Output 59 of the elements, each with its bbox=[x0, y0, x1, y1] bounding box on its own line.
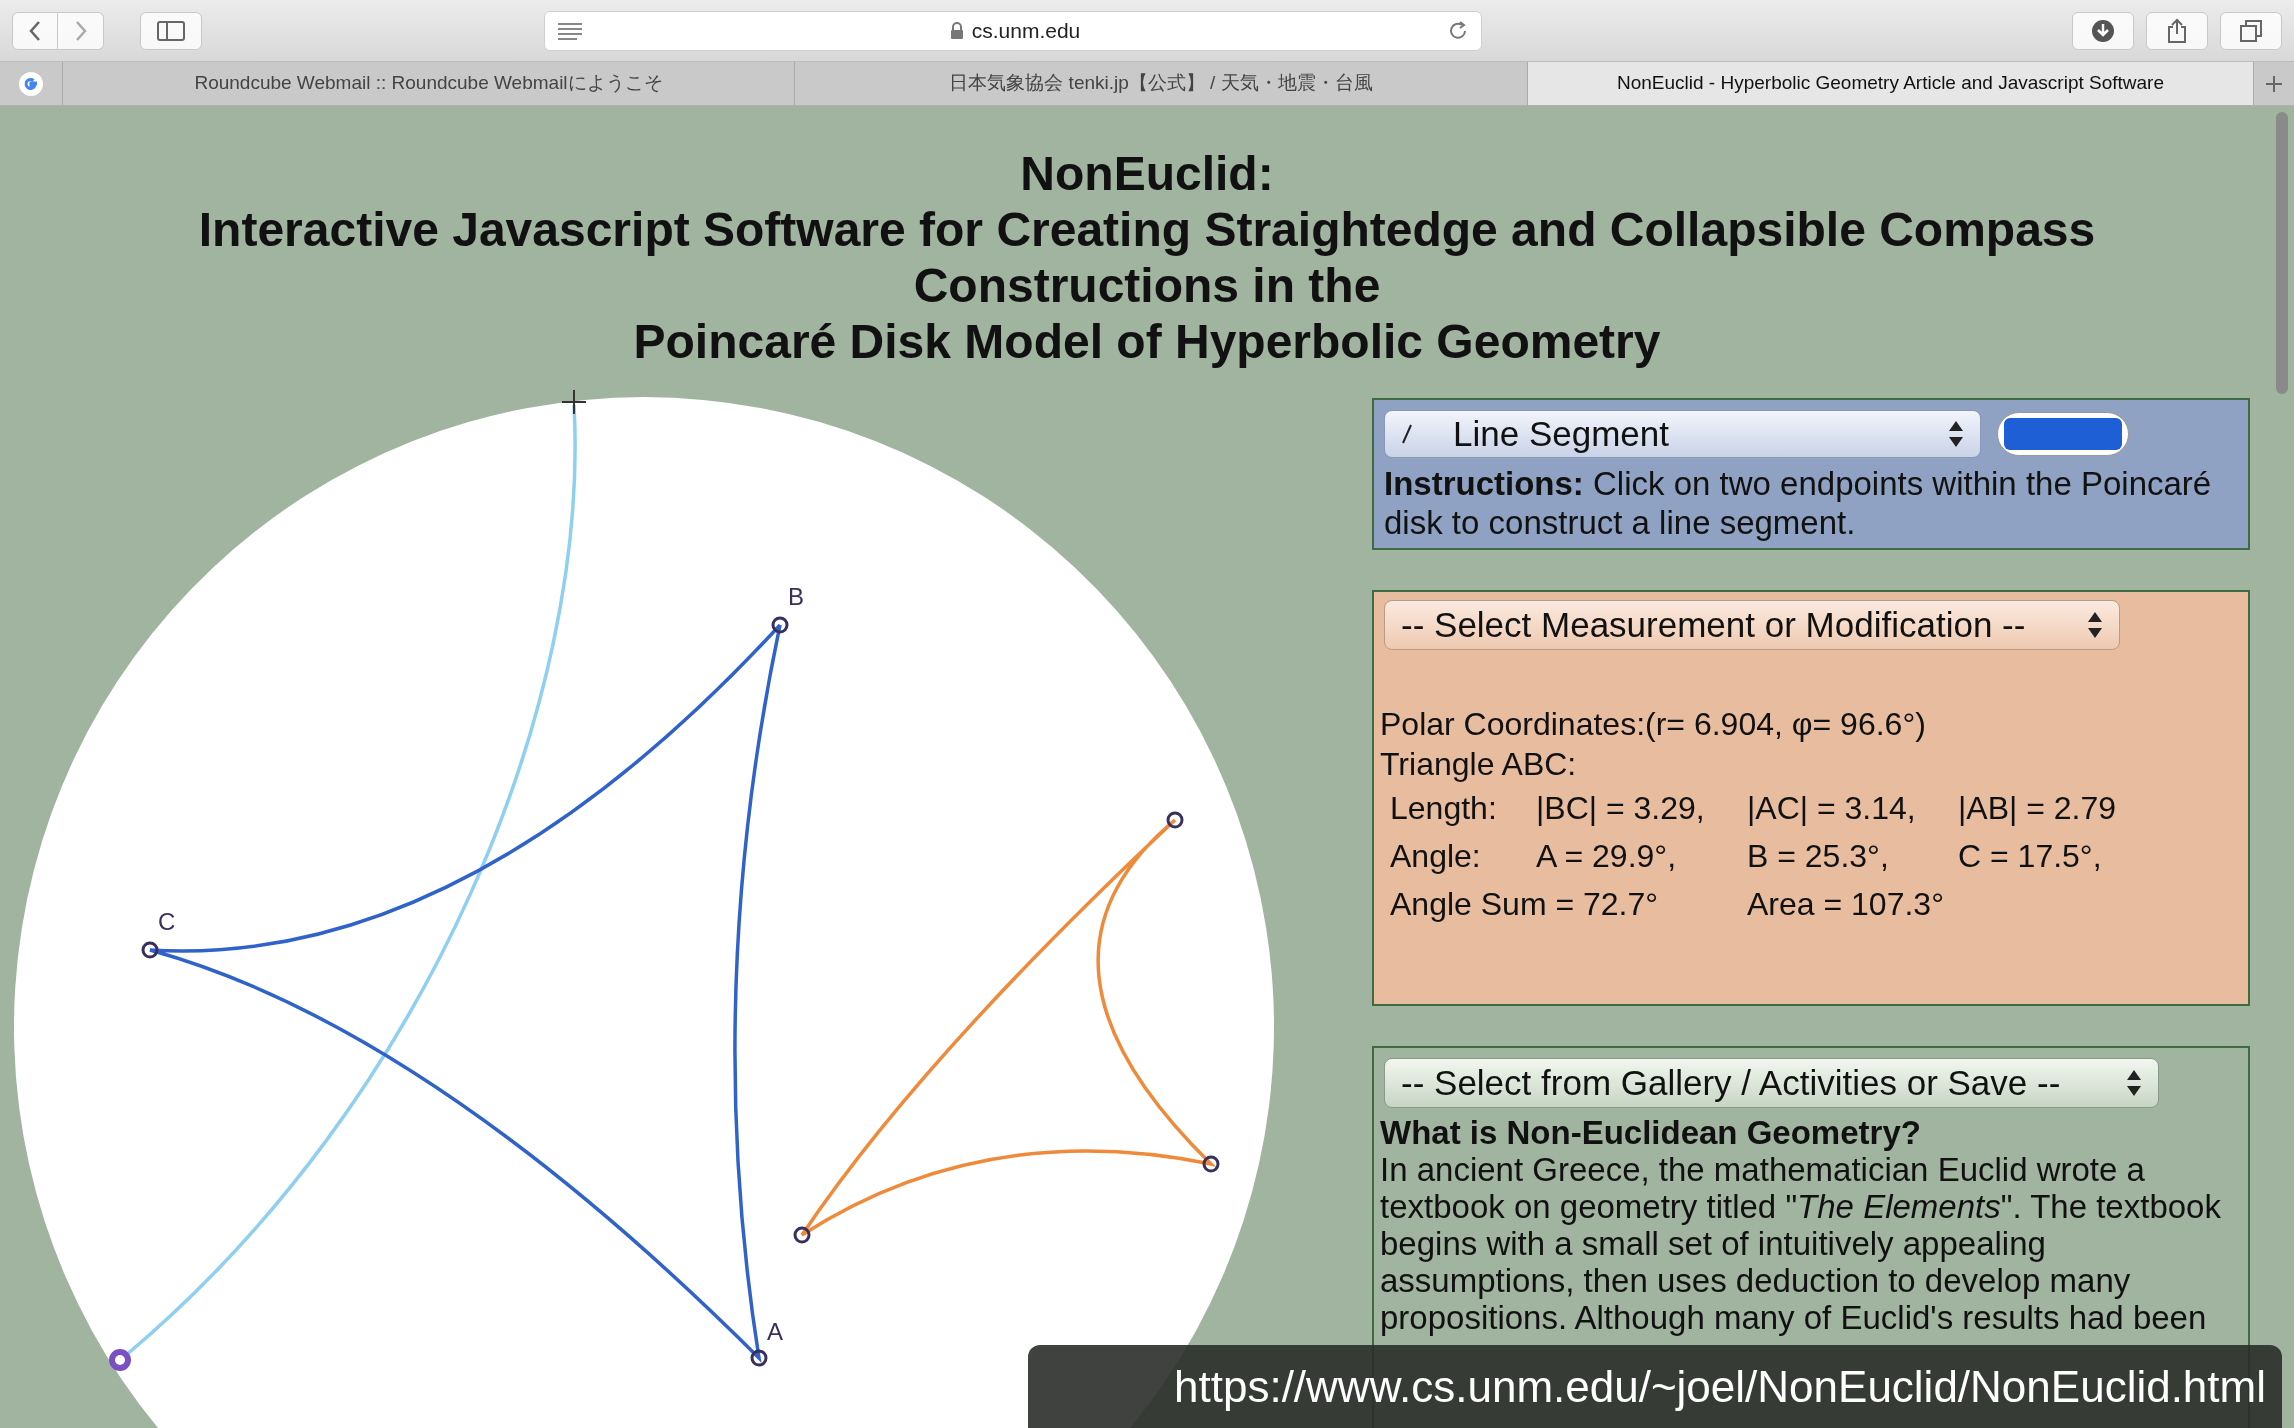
measurement-text: A = 29.9°, bbox=[1536, 837, 1677, 876]
sidebar-icon bbox=[157, 20, 185, 41]
vertex-point[interactable] bbox=[141, 941, 159, 959]
measurement-text: |BC| = 3.29, bbox=[1536, 789, 1706, 828]
select-arrows-icon bbox=[2126, 1068, 2142, 1098]
measurement-text: C = 17.5°, bbox=[1958, 837, 2103, 876]
measurement-text: Polar Coordinates:(r= 6.904, φ= 96.6°) bbox=[1380, 705, 1927, 744]
measurement-text: B = 25.3°, bbox=[1747, 837, 1890, 876]
select-arrows-icon bbox=[1948, 419, 1964, 449]
measurement-text: Length: bbox=[1390, 789, 1498, 828]
url-caption: https://www.cs.unm.edu/~joel/NonEuclid/NonEuclid.html bbox=[1028, 1345, 2282, 1428]
share-icon bbox=[2166, 17, 2188, 44]
page-title: Constructions in the bbox=[913, 258, 1381, 314]
back-button[interactable] bbox=[12, 11, 58, 50]
point-label: C bbox=[158, 908, 176, 935]
share-button[interactable] bbox=[2146, 11, 2208, 50]
color-swatch[interactable] bbox=[1997, 412, 2129, 456]
crosshair-cursor-icon bbox=[561, 389, 587, 415]
vertex-point[interactable] bbox=[1202, 1155, 1220, 1173]
download-icon bbox=[2091, 18, 2115, 43]
vertex-point[interactable] bbox=[771, 616, 789, 634]
vertex-point[interactable] bbox=[1166, 811, 1184, 829]
measurement-text: Area = 107.3° bbox=[1747, 885, 1945, 924]
measurement-text: Triangle ABC: bbox=[1380, 745, 1578, 784]
measurement-text: Angle: bbox=[1390, 837, 1482, 876]
google-icon[interactable] bbox=[18, 70, 44, 97]
address-bar[interactable]: cs.unm.edu bbox=[544, 10, 1482, 51]
back-icon bbox=[28, 19, 42, 42]
measurement-text: |AC| = 3.14, bbox=[1747, 789, 1917, 828]
scrollbar-thumb[interactable] bbox=[2276, 112, 2288, 394]
line-segment-icon bbox=[1401, 423, 1413, 445]
browser-tab[interactable]: NonEuclid - Hyperbolic Geometry Article and Javascript Software bbox=[1527, 62, 2253, 105]
tool-select[interactable]: Line Segment bbox=[1384, 410, 1981, 458]
page-title: NonEuclid: bbox=[1020, 146, 1274, 202]
page-title: Interactive Javascript Software for Creating Straightedge and Collapsible Compass bbox=[198, 202, 2096, 258]
select-arrows-icon bbox=[2087, 610, 2103, 640]
sidebar-button[interactable] bbox=[140, 11, 202, 50]
page-title: Poincaré Disk Model of Hyperbolic Geometry bbox=[633, 314, 1661, 370]
url-text: cs.unm.edu bbox=[971, 17, 1081, 44]
article-heading: What is Non-Euclidean Geometry? bbox=[1380, 1114, 1922, 1151]
reader-icon[interactable] bbox=[557, 21, 583, 40]
article-paragraph: In ancient Greece, the mathematician Euclid wrote a textbook on geometry titled "The Elements". The textbook begins with a small set of intuitively appealing assumptions, then uses deduction to develop many propositions. Although many of Euclid's results had been bbox=[1380, 1151, 2222, 1336]
instructions-text: Instructions: Click on two endpoints within the Poincaré disk to construct a line segment. bbox=[1384, 464, 2213, 542]
measurement-text: Angle Sum = 72.7° bbox=[1390, 885, 1660, 924]
gallery-select[interactable]: -- Select from Gallery / Activities or Save -- bbox=[1384, 1058, 2159, 1108]
new-tab-icon[interactable] bbox=[2264, 73, 2284, 94]
point-label: A bbox=[767, 1318, 783, 1345]
point-label: B bbox=[788, 583, 804, 610]
reload-icon[interactable] bbox=[1447, 19, 1469, 42]
measurement-text: |AB| = 2.79 bbox=[1958, 789, 2118, 828]
tabs-button[interactable] bbox=[2220, 11, 2282, 50]
download-button[interactable] bbox=[2072, 11, 2134, 50]
vertex-point[interactable] bbox=[109, 1349, 131, 1371]
vertex-point[interactable] bbox=[793, 1226, 811, 1244]
forward-icon bbox=[73, 19, 88, 42]
tabs-icon bbox=[2239, 18, 2263, 43]
vertex-point[interactable] bbox=[750, 1349, 768, 1367]
measurement-select[interactable]: -- Select Measurement or Modification -- bbox=[1384, 600, 2120, 650]
lock-icon bbox=[949, 21, 964, 40]
